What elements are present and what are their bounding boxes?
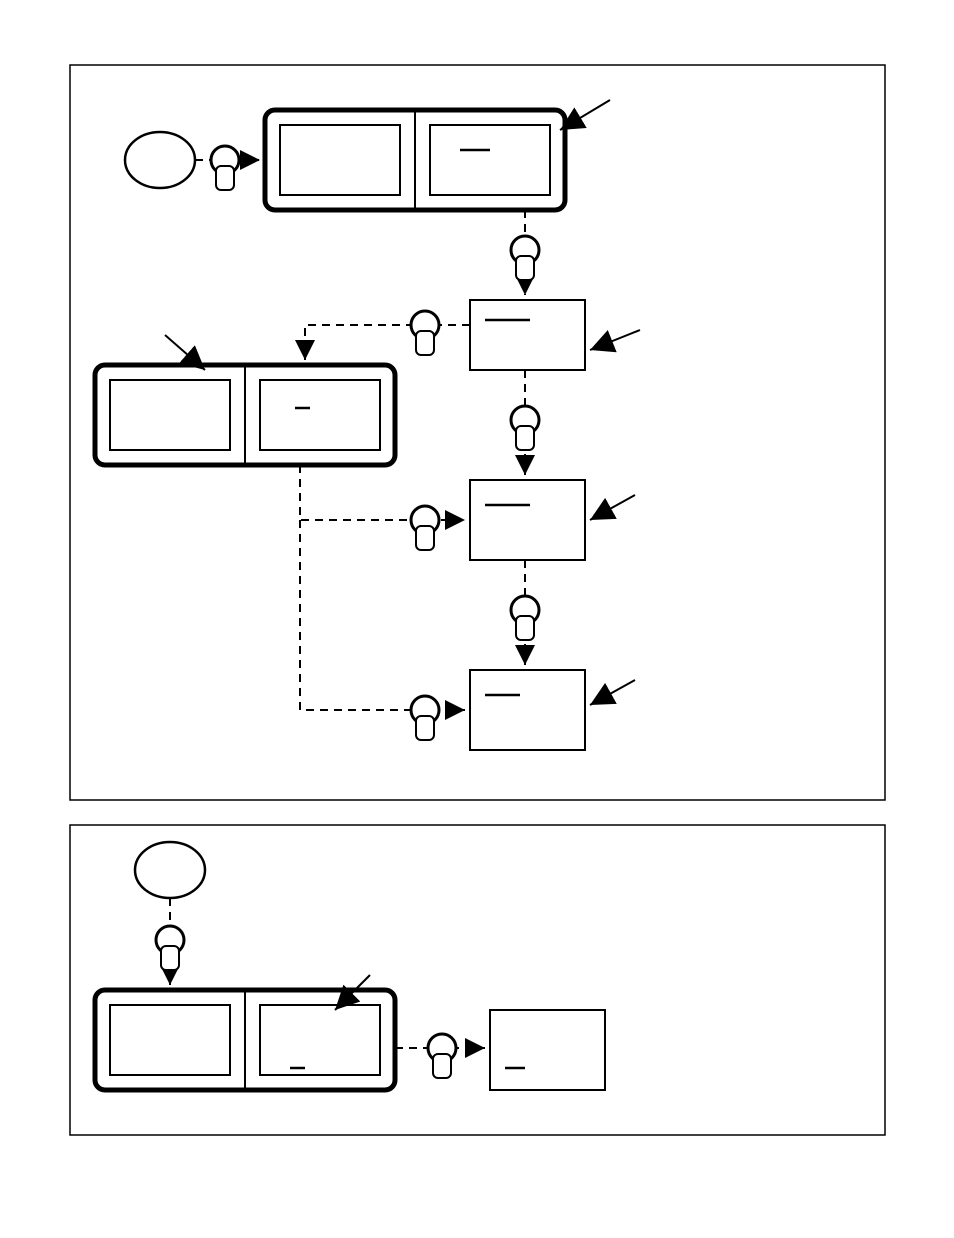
hand-cursor-icon [411,311,439,355]
start-oval-2 [135,842,205,898]
panel-box-left [95,365,395,465]
start-oval-1 [125,132,195,188]
hand-cursor-icon [411,696,439,740]
flow-box2-to-sb3 [300,520,465,710]
panel-box-top [265,110,565,210]
hand-cursor-icon [428,1034,456,1078]
hand-cursor-icon [511,596,539,640]
panel-box-bottom [95,990,395,1090]
callout-arrow-1 [560,100,610,130]
hand-cursor-icon [411,506,439,550]
process-box-1 [470,300,585,370]
callout-arrow-2 [590,330,640,350]
flow-box2-to-sb2 [300,465,465,520]
callout-arrow-4 [590,495,635,520]
callout-arrow-5 [590,680,635,705]
hand-cursor-icon [156,926,184,970]
process-box-4 [490,1010,605,1090]
process-box-2 [470,480,585,560]
diagram-canvas [0,0,954,1235]
hand-cursor-icon [511,406,539,450]
hand-cursor-icon [211,146,239,190]
hand-cursor-icon [511,236,539,280]
flow-sb1-to-box2 [305,325,470,360]
frame-top [70,65,885,800]
process-box-3 [470,670,585,750]
